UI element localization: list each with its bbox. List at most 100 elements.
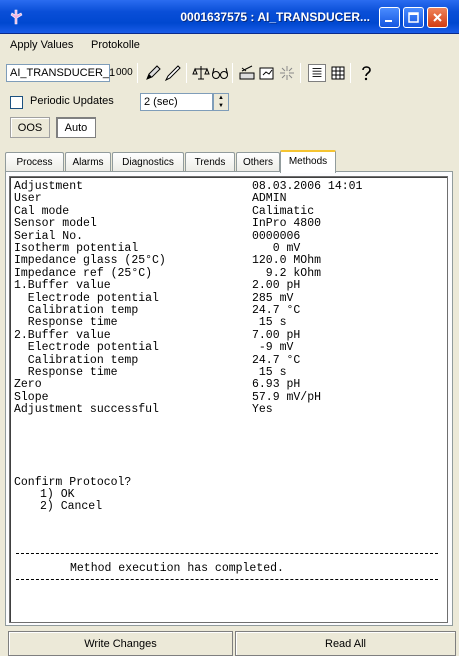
tab-alarms[interactable]: Alarms (65, 152, 111, 172)
periodic-updates-row: Periodic Updates 2 (sec) ▲ ▼ (0, 89, 459, 113)
protocol-row: Slope 57.9 mV/pH (14, 392, 321, 404)
protocol-row: Sensor model InPro 4800 (14, 218, 321, 230)
interval-spinner[interactable]: ▲ ▼ (213, 93, 229, 111)
status-message: Method execution has completed. (70, 562, 284, 575)
spin-up-icon[interactable]: ▲ (214, 94, 228, 102)
tab-process[interactable]: Process (5, 152, 64, 172)
spin-down-icon[interactable]: ▼ (214, 102, 228, 110)
protocol-row: Adjustment successful Yes (14, 404, 273, 416)
protocol-value: 9.2 kOhm (252, 266, 322, 280)
protocol-label: Calibration temp (14, 353, 139, 367)
protocol-label: Impedance glass (25°C) (14, 254, 166, 268)
protocol-value: 6.93 pH (252, 378, 301, 392)
scale-icon[interactable] (192, 64, 210, 82)
protocol-value: 15 s (252, 366, 287, 379)
protocol-value: 15 s (252, 316, 287, 330)
menu-protokolle[interactable]: Protokolle (91, 39, 140, 51)
interval-input[interactable]: 2 (sec) (140, 93, 213, 111)
interval-value: 2 (sec) (144, 96, 178, 108)
close-button[interactable] (427, 7, 448, 28)
protocol-value: 2.00 pH (252, 279, 301, 293)
protocol-row: Impedance ref (25°C) 9.2 kOhm (14, 268, 321, 280)
tab-trends[interactable]: Trends (185, 152, 235, 172)
separator-top (16, 553, 438, 554)
option-ok[interactable]: 1) OK (40, 489, 75, 501)
protocol-row: Serial No. 0000006 (14, 229, 301, 243)
protocol-value: InPro 4800 (252, 217, 322, 231)
tab-bar: Process Alarms Diagnostics Trends Others… (5, 150, 445, 173)
protocol-label: User (14, 192, 42, 206)
protocol-label: Serial No. (14, 229, 84, 243)
grid-view-icon[interactable] (329, 64, 347, 82)
app-icon (10, 9, 23, 25)
pencil-icon[interactable] (144, 64, 162, 82)
oos-button[interactable]: OOS (10, 117, 50, 138)
protocol-label: Adjustment (14, 180, 84, 193)
read-all-button[interactable]: Read All (235, 631, 456, 656)
protocol-value: 24.7 °C (252, 353, 301, 367)
protocol-row: Electrode potential 285 mV (14, 291, 294, 305)
protocol-row: Impedance glass (25°C) 120.0 MOhm (14, 255, 321, 267)
protocol-row: Calibration temp 24.7 °C (14, 353, 301, 367)
option-cancel[interactable]: 2) Cancel (40, 501, 102, 513)
minimize-button[interactable] (379, 7, 400, 28)
maximize-icon (408, 12, 419, 23)
maximize-button[interactable] (403, 7, 424, 28)
protocol-value: 08.03.2006 14:01 (252, 180, 363, 193)
menu-bar: Apply Values Protokolle (0, 34, 459, 56)
protocol-label: Isotherm potential (14, 242, 139, 255)
glasses-icon[interactable] (211, 64, 229, 82)
protocol-value: 285 mV (252, 291, 294, 305)
protocol-value: -9 mV (252, 341, 294, 355)
protocol-row: Isotherm potential 0 mV (14, 243, 300, 255)
protocol-value: 120.0 MOhm (252, 254, 322, 268)
tab-others[interactable]: Others (236, 152, 280, 172)
toolbar: AI_TRANSDUCER_1 000 (0, 59, 459, 87)
periodic-updates-checkbox[interactable] (10, 96, 23, 109)
confirm-title: Confirm Protocol? (14, 476, 132, 489)
tab-methods[interactable]: Methods (280, 150, 336, 173)
protocol-value: 57.9 mV/pH (252, 390, 322, 404)
write-device-icon[interactable] (238, 64, 256, 82)
protocol-label: Adjustment successful (14, 403, 159, 417)
protocol-value: Calimatic (252, 204, 315, 218)
sparkle-icon[interactable] (278, 64, 296, 82)
protocol-label: Calibration temp (14, 304, 139, 317)
tab-diagnostics[interactable]: Diagnostics (112, 152, 184, 172)
protocol-row: Response time 15 s (14, 367, 287, 379)
list-view-icon[interactable] (308, 64, 326, 82)
protocol-value: 24.7 °C (252, 304, 301, 317)
protocol-row: User ADMIN (14, 193, 287, 205)
protocol-value: 0000006 (252, 229, 301, 243)
close-icon (433, 13, 442, 22)
periodic-updates-label: Periodic Updates (30, 95, 114, 107)
protocol-label: Electrode potential (14, 291, 159, 305)
auto-button[interactable]: Auto (56, 117, 96, 138)
protocol-row: Zero 6.93 pH (14, 379, 300, 391)
minimize-icon (385, 20, 392, 22)
help-icon[interactable] (357, 64, 375, 82)
protocol-row: Cal mode Calimatic (14, 206, 314, 218)
protocol-label: Cal mode (14, 204, 70, 218)
read-device-icon[interactable] (258, 64, 276, 82)
device-name: AI_TRANSDUCER_1 (10, 67, 116, 79)
menu-apply-values[interactable]: Apply Values (10, 39, 73, 51)
protocol-label: Zero (14, 378, 42, 392)
protocol-value: Yes (252, 403, 273, 417)
protocol-value: 7.00 pH (252, 328, 301, 342)
protocol-row: Electrode potential -9 mV (14, 341, 294, 355)
protocol-row: 1.Buffer value 2.00 pH (14, 280, 300, 292)
edit-pen-icon[interactable] (164, 64, 182, 82)
protocol-label: Sensor model (14, 217, 97, 231)
write-changes-button[interactable]: Write Changes (8, 631, 233, 656)
protocol-value: ADMIN (252, 192, 287, 206)
protocol-value: 0 mV (252, 242, 301, 255)
protocol-label: Response time (14, 366, 118, 379)
device-index[interactable]: 000 (116, 67, 133, 78)
protocol-output[interactable]: Adjustment 08.03.2006 14:01 User ADMIN Cal m… (9, 176, 448, 623)
protocol-label: 2.Buffer value (14, 328, 111, 342)
title-bar[interactable]: 0001637575 : AI_TRANSDUCER... (0, 0, 459, 34)
protocol-label: Response time (14, 316, 118, 330)
protocol-row: Calibration temp 24.7 °C (14, 304, 301, 317)
device-selector[interactable]: AI_TRANSDUCER_1 (6, 64, 115, 82)
